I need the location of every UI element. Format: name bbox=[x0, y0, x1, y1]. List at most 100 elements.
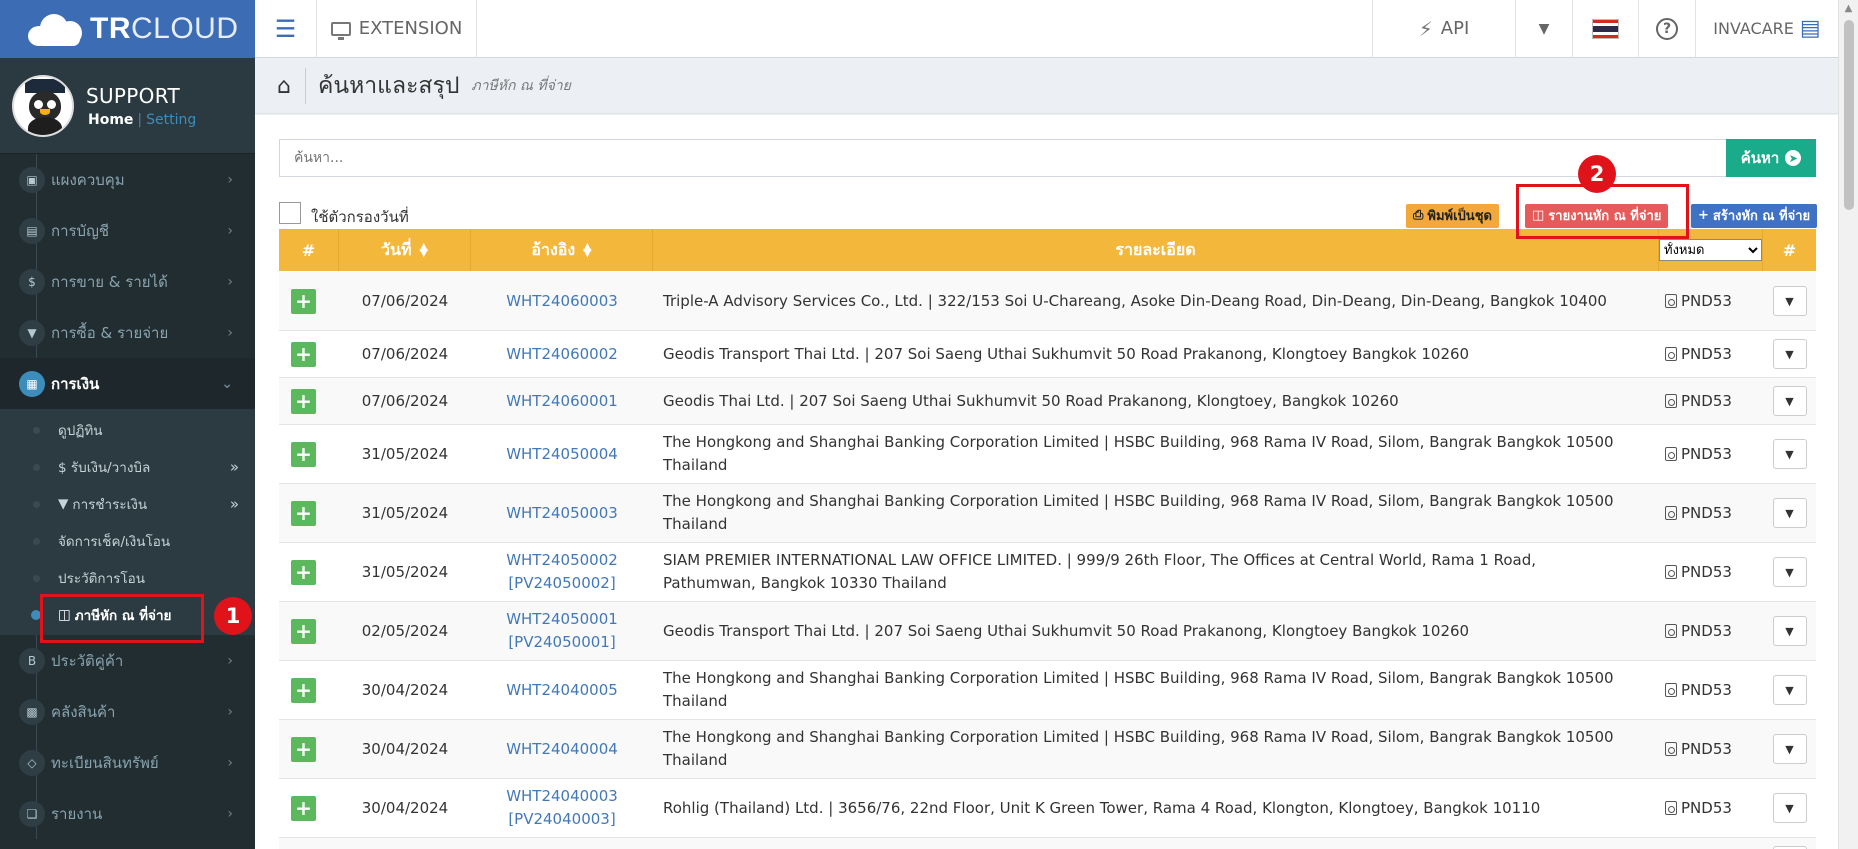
print-batch-button[interactable]: ⎙ พิมพ์เป็นชุด bbox=[1406, 203, 1499, 228]
reference-voucher-link[interactable]: [PV24050002] bbox=[508, 572, 615, 595]
home-link[interactable]: Home bbox=[88, 112, 133, 128]
sidebar-item-inventory[interactable]: ▩ คลังสินค้า › bbox=[0, 686, 255, 737]
row-detail: Geodis Thai Ltd. | 207 Soi Saeng Uthai S… bbox=[663, 391, 1399, 410]
help-button[interactable]: ? bbox=[1639, 0, 1696, 57]
search-input[interactable] bbox=[279, 139, 1726, 177]
sub-item-cheque[interactable]: จัดการเช็ค/เงินโอน bbox=[0, 522, 255, 559]
row-reference[interactable]: WHT24060003 bbox=[471, 290, 653, 313]
row-reference[interactable]: WHT24050004 bbox=[471, 443, 653, 466]
row-action-dropdown[interactable]: ▼ bbox=[1772, 675, 1807, 705]
row-reference[interactable]: WHT24040005 bbox=[471, 679, 653, 702]
row-reference[interactable]: WHT24050002 [PV24050002] bbox=[471, 549, 653, 595]
cubes-icon: ▩ bbox=[19, 698, 45, 725]
row-date: 31/05/2024 bbox=[361, 504, 449, 522]
chevron-right-icon: › bbox=[227, 652, 233, 669]
dropdown-toggle[interactable]: ▼ bbox=[1516, 0, 1573, 57]
add-row-button[interactable]: + bbox=[291, 341, 316, 367]
sub-item-transfer-history[interactable]: ประวัติการโอน bbox=[0, 559, 255, 596]
chevron-right-icon: › bbox=[227, 324, 233, 341]
sidebar-item-purchases[interactable]: ▼ การซื้อ & รายจ่าย › bbox=[0, 307, 255, 358]
add-row-button[interactable]: + bbox=[291, 736, 316, 762]
sidebar-item-finance[interactable]: ▦ การเงิน ⌄ bbox=[0, 358, 255, 409]
add-row-button[interactable]: + bbox=[291, 559, 316, 585]
sidebar-item-reports[interactable]: ❏ รายงาน › bbox=[0, 788, 255, 839]
table-row: +31/05/2024 WHT24050003 The Hongkong and S… bbox=[279, 484, 1816, 543]
row-action-dropdown[interactable]: ▼ bbox=[1772, 439, 1807, 469]
api-button[interactable]: ⚡ API bbox=[1373, 0, 1516, 57]
date-filter-checkbox[interactable] bbox=[279, 202, 301, 224]
caret-down-icon: ▼ bbox=[1785, 565, 1794, 579]
row-reference[interactable]: WHT24040003 [PV24040003] bbox=[471, 785, 653, 831]
reference-link[interactable]: WHT24060002 bbox=[506, 343, 618, 366]
header-reference[interactable]: อ้างอิง ▲ ▼ bbox=[471, 229, 653, 271]
calendar-icon bbox=[1665, 506, 1677, 520]
reference-link[interactable]: WHT24050004 bbox=[506, 443, 618, 466]
reference-link[interactable]: WHT24050001 bbox=[506, 608, 618, 631]
row-reference[interactable]: WHT24050003 bbox=[471, 502, 653, 525]
add-row-button[interactable]: + bbox=[291, 441, 316, 467]
sidebar-item-dashboard[interactable]: ▣ แผงควบคุม › bbox=[0, 154, 255, 205]
reference-link[interactable]: WHT24050003 bbox=[506, 502, 618, 525]
sub-item-calendar[interactable]: ดูปฏิทิน bbox=[0, 411, 255, 448]
reference-voucher-link[interactable]: [PV24040003] bbox=[508, 808, 615, 831]
row-type: PND53 bbox=[1681, 563, 1732, 581]
reference-link[interactable]: WHT24050002 bbox=[506, 549, 618, 572]
row-action-dropdown[interactable]: ▼ bbox=[1772, 557, 1807, 587]
extension-button[interactable]: EXTENSION bbox=[317, 0, 477, 57]
home-icon[interactable]: ⌂ bbox=[277, 74, 291, 99]
caret-down-icon: ▼ bbox=[1785, 347, 1794, 361]
reference-link[interactable]: WHT24040004 bbox=[506, 738, 618, 761]
hamburger-menu-button[interactable]: ☰ bbox=[255, 0, 317, 57]
row-date: 30/04/2024 bbox=[361, 681, 449, 699]
row-action-dropdown[interactable]: ▼ bbox=[1772, 286, 1807, 316]
row-detail: The Hongkong and Shanghai Banking Corpor… bbox=[663, 728, 1614, 769]
row-reference[interactable]: WHT24050001 [PV24050001] bbox=[471, 608, 653, 654]
scroll-up-icon[interactable]: ▲ bbox=[1839, 0, 1858, 17]
sidebar-item-label: คลังสินค้า bbox=[51, 702, 116, 721]
chevron-right-icon: › bbox=[227, 754, 233, 771]
search-button[interactable]: ค้นหา ➤ bbox=[1726, 139, 1816, 177]
table-row: +31/05/2024 WHT24050004 The Hongkong and S… bbox=[279, 425, 1816, 484]
header-date[interactable]: วันที่ ▲ ▼ bbox=[339, 229, 471, 271]
setting-link[interactable]: Setting bbox=[146, 112, 196, 128]
sub-item-payment[interactable]: ▼ การชำระเงิน» bbox=[0, 485, 255, 522]
row-action-dropdown[interactable]: ▼ bbox=[1772, 339, 1807, 369]
sidebar-item-sales[interactable]: $ การขาย & รายได้ › bbox=[0, 256, 255, 307]
monitor-icon bbox=[330, 21, 351, 40]
add-row-button[interactable]: + bbox=[291, 288, 316, 314]
sub-item-receive[interactable]: $ รับเงิน/วางบิล» bbox=[0, 448, 255, 485]
row-action-dropdown[interactable]: ▼ bbox=[1772, 793, 1807, 823]
reference-link[interactable]: WHT24040005 bbox=[506, 679, 618, 702]
reference-voucher-link[interactable]: [PV24050001] bbox=[508, 631, 615, 654]
language-selector[interactable] bbox=[1573, 0, 1639, 57]
create-withholding-button[interactable]: + สร้างหัก ณ ที่จ่าย bbox=[1691, 203, 1818, 228]
sidebar-item-label: การขาย & รายได้ bbox=[51, 272, 168, 291]
sidebar-item-assets[interactable]: ◇ ทะเบียนสินทรัพย์ › bbox=[0, 737, 255, 788]
row-reference[interactable]: WHT24040004 bbox=[471, 738, 653, 761]
scrollbar-thumb[interactable] bbox=[1844, 20, 1854, 210]
add-row-button[interactable]: + bbox=[291, 677, 316, 703]
company-menu[interactable]: INVACARE ▤ bbox=[1696, 0, 1838, 57]
page-scrollbar[interactable]: ▲ bbox=[1838, 0, 1858, 849]
row-action-dropdown[interactable]: ▼ bbox=[1772, 386, 1807, 416]
row-action-dropdown[interactable]: ▼ bbox=[1772, 498, 1807, 528]
add-row-button[interactable]: + bbox=[291, 500, 316, 526]
row-reference[interactable]: WHT24060002 bbox=[471, 343, 653, 366]
reference-link[interactable]: WHT24060003 bbox=[506, 290, 618, 313]
add-row-button[interactable]: + bbox=[291, 388, 316, 414]
row-date: 07/06/2024 bbox=[361, 392, 449, 410]
row-reference[interactable]: WHT24060001 bbox=[471, 390, 653, 413]
row-action-dropdown[interactable]: ▼ bbox=[1772, 616, 1807, 646]
row-action-dropdown[interactable]: ▼ bbox=[1772, 734, 1807, 764]
copy-icon: ❏ bbox=[19, 800, 45, 827]
calendar-icon bbox=[1665, 447, 1677, 461]
reference-link[interactable]: WHT24060001 bbox=[506, 390, 618, 413]
brand-logo[interactable]: TRCLOUD bbox=[0, 0, 255, 58]
header-action: # bbox=[1782, 240, 1797, 260]
plus-icon: + bbox=[1698, 208, 1709, 223]
reference-link[interactable]: WHT24040003 bbox=[506, 785, 618, 808]
type-filter-select[interactable]: ทั้งหมด bbox=[1659, 239, 1762, 261]
sidebar-item-accounting[interactable]: ▤ การบัญชี › bbox=[0, 205, 255, 256]
add-row-button[interactable]: + bbox=[291, 795, 316, 821]
add-row-button[interactable]: + bbox=[291, 618, 316, 644]
